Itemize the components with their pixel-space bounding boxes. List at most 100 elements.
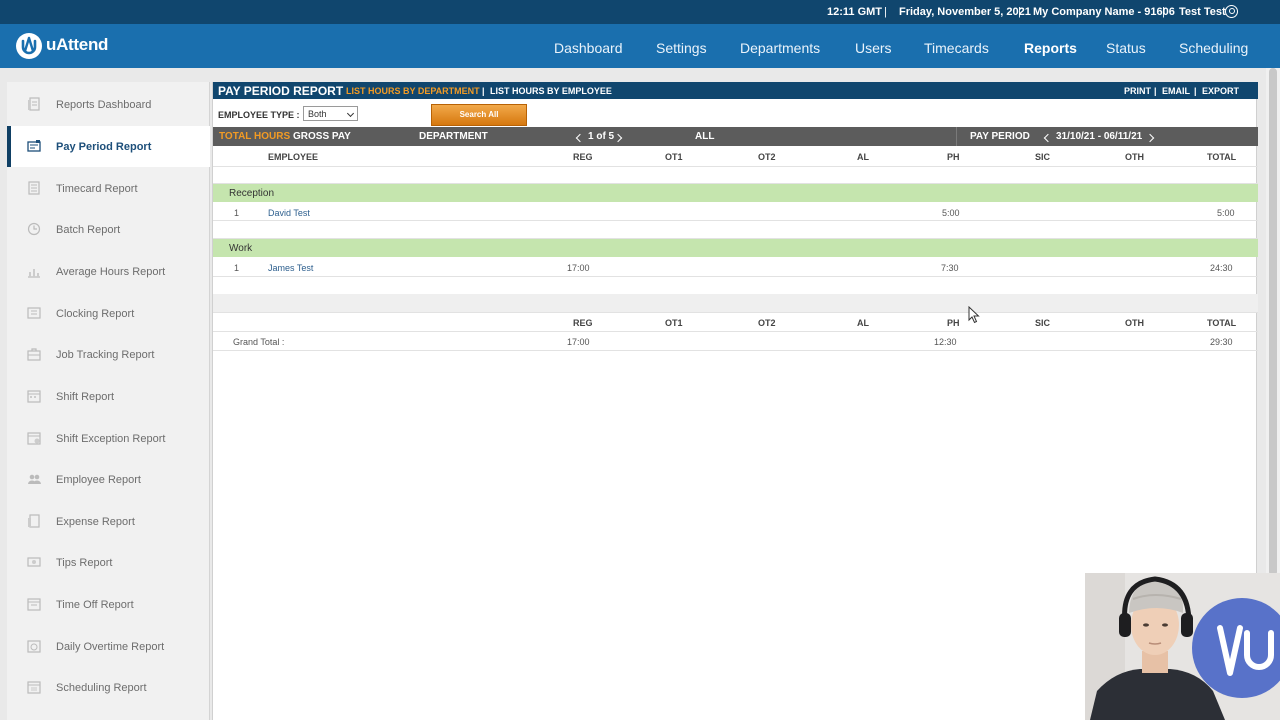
- sidebar-item-label: Daily Overtime Report: [56, 641, 165, 653]
- webcam-overlay: [1085, 573, 1280, 720]
- sidebar-item-label: Time Off Report: [56, 599, 134, 611]
- grand-total-total: 29:30: [1210, 337, 1233, 347]
- department-value: ALL: [695, 131, 715, 142]
- email-link[interactable]: EMAIL: [1162, 86, 1190, 96]
- employee-type-select[interactable]: Both: [303, 106, 358, 121]
- nav-reports[interactable]: Reports: [1024, 40, 1077, 56]
- scrollbar-thumb[interactable]: [1269, 68, 1277, 576]
- col-ph: PH: [947, 152, 960, 162]
- list-by-employee-link[interactable]: LIST HOURS BY EMPLOYEE: [490, 86, 612, 96]
- sidebar-item-label: Tips Report: [56, 557, 113, 569]
- export-link[interactable]: EXPORT: [1202, 86, 1239, 96]
- col-ph: PH: [947, 318, 960, 328]
- col-employee: EMPLOYEE: [268, 152, 319, 162]
- employee-name-link[interactable]: James Test: [268, 263, 313, 273]
- sidebar-item-job-tracking-report[interactable]: Job Tracking Report: [7, 334, 210, 375]
- sidebar-item-clocking-report[interactable]: Clocking Report: [7, 293, 210, 334]
- pay-period-label: PAY PERIOD: [970, 131, 1030, 142]
- col-reg: REG: [573, 152, 593, 162]
- nav-departments[interactable]: Departments: [740, 40, 820, 56]
- employee-name-link[interactable]: David Test: [268, 208, 310, 218]
- sidebar-item-label: Pay Period Report: [56, 141, 152, 153]
- sidebar-item-label: Timecard Report: [56, 183, 138, 195]
- sidebar-item-scheduling-report[interactable]: Scheduling Report: [7, 667, 210, 708]
- ph-value: 5:00: [942, 208, 960, 218]
- col-ot2: OT2: [758, 318, 776, 328]
- list-by-department-link[interactable]: LIST HOURS BY DEPARTMENT: [346, 86, 480, 96]
- report-title-bar: PAY PERIOD REPORT LIST HOURS BY DEPARTME…: [213, 82, 1258, 99]
- expense-icon: [28, 514, 40, 528]
- sidebar-item-time-off-report[interactable]: Time Off Report: [7, 584, 210, 625]
- uattend-logo-icon[interactable]: [16, 33, 42, 59]
- print-link[interactable]: PRINT: [1124, 86, 1151, 96]
- report-controls-bar: TOTAL HOURS GROSS PAY DEPARTMENT 1 of 5 …: [213, 127, 1258, 146]
- presenter-video-image: [1085, 573, 1280, 720]
- timecard-icon: [28, 181, 40, 195]
- sidebar-item-shift-report[interactable]: Shift Report: [7, 376, 210, 417]
- nav-timecards[interactable]: Timecards: [924, 40, 989, 56]
- shift-exception-icon: [27, 432, 41, 445]
- col-total: TOTAL: [1207, 318, 1237, 328]
- chevron-right-icon: [613, 133, 623, 143]
- chevron-left-icon: [1043, 133, 1053, 143]
- employee-type-label: EMPLOYEE TYPE :: [218, 110, 300, 120]
- top-info-bar: 12:11 GMT | Friday, November 5, 2021 | M…: [0, 0, 1280, 24]
- department-label: DEPARTMENT: [419, 131, 488, 142]
- sidebar-item-batch-report[interactable]: Batch Report: [7, 209, 210, 250]
- chevron-down-icon: [346, 109, 355, 118]
- reports-sidebar: Reports Dashboard Pay Period Report Time…: [7, 82, 210, 720]
- grand-total-reg: 17:00: [567, 337, 590, 347]
- sidebar-item-label: Shift Report: [56, 391, 115, 403]
- col-reg: REG: [573, 318, 593, 328]
- department-group-row: Reception: [213, 184, 1258, 202]
- sidebar-item-average-hours-report[interactable]: Average Hours Report: [7, 251, 210, 292]
- sidebar-item-label: Batch Report: [56, 224, 121, 236]
- divider: [213, 312, 1258, 313]
- chevron-right-icon: [1145, 133, 1155, 143]
- sidebar-item-label: Clocking Report: [56, 308, 135, 320]
- sidebar-item-reports-dashboard[interactable]: Reports Dashboard: [7, 84, 210, 125]
- sidebar-item-daily-overtime-report[interactable]: Daily Overtime Report: [7, 626, 210, 667]
- nav-status[interactable]: Status: [1106, 40, 1146, 56]
- sidebar-item-shift-exception-report[interactable]: Shift Exception Report: [7, 418, 210, 459]
- sidebar-item-expense-report[interactable]: Expense Report: [7, 501, 210, 542]
- col-ot1: OT1: [665, 152, 683, 162]
- gross-pay-tab[interactable]: GROSS PAY: [293, 131, 351, 142]
- total-hours-tab[interactable]: TOTAL HOURS: [219, 131, 290, 142]
- chevron-left-icon: [575, 133, 585, 143]
- shift-icon: [27, 390, 41, 403]
- separator: |: [1018, 6, 1021, 18]
- sidebar-item-label: Shift Exception Report: [56, 433, 166, 445]
- company-name[interactable]: My Company Name - 91606: [1033, 6, 1175, 18]
- average-hours-icon: [28, 269, 40, 278]
- spacer-row: [213, 294, 1258, 312]
- prev-department-button[interactable]: [575, 133, 585, 144]
- sidebar-item-pay-period-report[interactable]: Pay Period Report: [7, 126, 210, 167]
- user-name[interactable]: Test Test: [1179, 6, 1226, 18]
- brand-name[interactable]: uAttend: [46, 35, 108, 55]
- main-navbar: uAttend Dashboard Settings Departments U…: [0, 24, 1280, 68]
- link-separator: |: [482, 86, 485, 96]
- sidebar-item-timecard-report[interactable]: Timecard Report: [7, 168, 210, 209]
- total-value: 24:30: [1210, 263, 1233, 273]
- nav-users[interactable]: Users: [855, 40, 892, 56]
- col-ot2: OT2: [758, 152, 776, 162]
- next-department-button[interactable]: [613, 133, 623, 144]
- divider: [956, 127, 957, 146]
- employee-icon: [28, 474, 41, 484]
- nav-dashboard[interactable]: Dashboard: [554, 40, 623, 56]
- prev-period-button[interactable]: [1043, 133, 1053, 144]
- sidebar-item-tips-report[interactable]: Tips Report: [7, 542, 210, 583]
- grand-total-label: Grand Total :: [233, 337, 285, 347]
- col-ot1: OT1: [665, 318, 683, 328]
- user-account-icon[interactable]: [1225, 5, 1238, 18]
- next-period-button[interactable]: [1145, 133, 1155, 144]
- sidebar-item-label: Reports Dashboard: [56, 99, 152, 111]
- sidebar-item-employee-report[interactable]: Employee Report: [7, 459, 210, 500]
- filter-bar: EMPLOYEE TYPE : Both Search All: [213, 103, 1258, 127]
- nav-scheduling[interactable]: Scheduling: [1179, 40, 1248, 56]
- search-all-button[interactable]: Search All: [431, 104, 527, 126]
- link-separator: |: [1194, 86, 1197, 96]
- nav-settings[interactable]: Settings: [656, 40, 707, 56]
- sidebar-item-label: Expense Report: [56, 516, 135, 528]
